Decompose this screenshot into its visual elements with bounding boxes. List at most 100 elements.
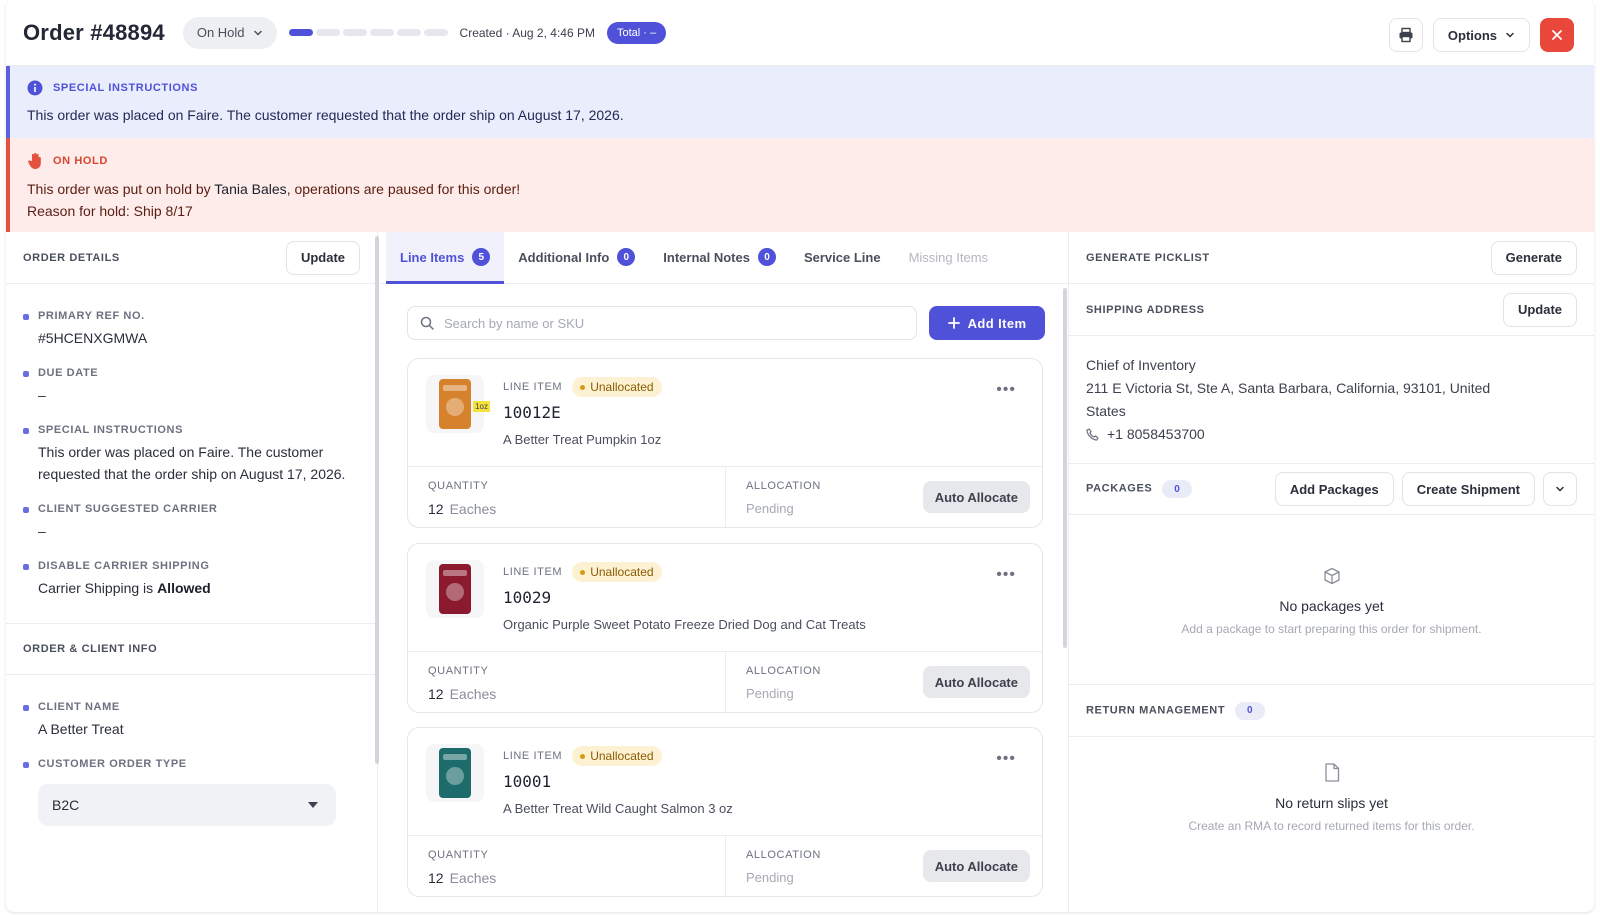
more-options-icon[interactable]: •••: [996, 566, 1016, 584]
progress-segment: [288, 29, 313, 36]
field-label: CUSTOMER ORDER TYPE: [38, 758, 187, 770]
plus-icon: [947, 317, 960, 329]
banner-title: ON HOLD: [53, 155, 108, 167]
progress-segment: [423, 29, 448, 36]
address-line: 211 E Victoria St, Ste A, Santa Barbara,…: [1086, 380, 1491, 419]
field-label: CLIENT NAME: [38, 701, 120, 713]
hold-user: Tania Bales: [214, 181, 287, 197]
packages-empty-state: No packages yet Add a package to start p…: [1069, 515, 1594, 685]
field-label: SPECIAL INSTRUCTIONS: [38, 424, 184, 436]
field-label: DUE DATE: [38, 367, 99, 379]
line-item-sku[interactable]: 10012E: [503, 403, 561, 422]
quantity-number: 12: [428, 686, 444, 702]
add-item-button[interactable]: Add Item: [929, 306, 1045, 340]
hold-message: This order was put on hold by Tania Bale…: [27, 178, 1594, 200]
field-label: DISABLE CARRIER SHIPPING: [38, 560, 210, 572]
customer-order-type-select[interactable]: B2C: [38, 784, 336, 826]
tab-label: Missing Items: [908, 249, 989, 265]
quantity-unit: Eaches: [449, 501, 497, 517]
allocation-value: Pending: [746, 686, 794, 701]
allocation-status-badge: Unallocated: [572, 746, 662, 766]
tab-label: Internal Notes: [663, 249, 750, 265]
line-item-product-name: A Better Treat Pumpkin 1oz: [503, 432, 662, 447]
line-item-label: LINE ITEM: [503, 750, 563, 762]
field-label: CLIENT SUGGESTED CARRIER: [38, 503, 218, 515]
chevron-down-icon: [1556, 486, 1564, 492]
tab-service-line[interactable]: Service Line: [790, 232, 895, 283]
chevron-down-icon: [253, 30, 262, 36]
print-button[interactable]: [1388, 18, 1423, 52]
badge-text: Unallocated: [590, 565, 654, 579]
size-tag: 1oz: [473, 401, 490, 412]
tab-count: 5: [472, 248, 491, 266]
section-title: RETURN MANAGEMENT: [1086, 704, 1226, 716]
printer-icon: [1399, 27, 1413, 43]
add-item-label: Add Item: [967, 315, 1027, 331]
tab-line-items[interactable]: Line Items 5: [386, 232, 505, 284]
close-button[interactable]: [1540, 18, 1574, 52]
field-value: A Better Treat: [38, 721, 124, 737]
add-packages-button[interactable]: Add Packages: [1274, 472, 1394, 506]
generate-picklist-button[interactable]: Generate: [1490, 240, 1577, 275]
tab-additional-info[interactable]: Additional Info 0: [504, 232, 649, 283]
tab-label: Service Line: [803, 249, 881, 265]
hold-text: , operations are paused for this order!: [286, 181, 521, 197]
options-button[interactable]: Options: [1432, 18, 1530, 52]
info-icon: [27, 80, 43, 96]
product-bag-icon: [439, 748, 471, 798]
order-details-header: ORDER DETAILS Update: [6, 232, 377, 284]
field-primary-ref: PRIMARY REF NO. #5HCENXGMWA: [6, 310, 377, 349]
allocation-value: Pending: [746, 870, 794, 885]
select-value: B2C: [52, 797, 80, 813]
section-title: ORDER DETAILS: [23, 251, 120, 264]
address-name: Chief of Inventory: [1086, 357, 1196, 373]
shipping-address: Chief of Inventory 211 E Victoria St, St…: [1069, 336, 1594, 446]
shipment-menu-button[interactable]: [1543, 472, 1577, 506]
empty-title: No return slips yet: [1275, 795, 1388, 811]
line-item-sku[interactable]: 10001: [503, 772, 551, 791]
packages-count: 0: [1162, 480, 1193, 498]
tab-label: Line Items: [400, 249, 465, 265]
update-shipping-button[interactable]: Update: [1502, 292, 1577, 327]
quantity-unit: Eaches: [449, 870, 497, 886]
section-title-group: RETURN MANAGEMENT 0: [1086, 701, 1266, 720]
more-options-icon[interactable]: •••: [996, 381, 1016, 399]
update-order-details-button[interactable]: Update: [285, 240, 360, 275]
more-options-icon[interactable]: •••: [996, 750, 1016, 768]
order-header: Order #48894 On Hold Created · Aug 2, 4:…: [6, 0, 1594, 66]
middle-scrollbar[interactable]: [1063, 288, 1067, 648]
auto-allocate-button[interactable]: Auto Allocate: [922, 666, 1030, 698]
auto-allocate-button[interactable]: Auto Allocate: [922, 850, 1030, 882]
line-item-search[interactable]: [407, 306, 917, 340]
field-special-instructions: SPECIAL INSTRUCTIONS This order was plac…: [6, 424, 346, 485]
status-dropdown[interactable]: On Hold: [182, 16, 277, 49]
search-icon: [420, 316, 434, 330]
on-hold-banner: ON HOLD This order was put on hold by Ta…: [6, 138, 1594, 232]
field-due-date: DUE DATE –: [6, 367, 377, 406]
line-item-sku[interactable]: 10029: [503, 588, 551, 607]
returns-empty-state: No return slips yet Create an RMA to rec…: [1069, 737, 1594, 833]
line-item-label: LINE ITEM: [503, 381, 563, 393]
allocation-label: ALLOCATION: [746, 665, 821, 677]
total-badge[interactable]: Total · –: [606, 21, 667, 44]
special-instructions-banner: SPECIAL INSTRUCTIONS This order was plac…: [6, 66, 1594, 138]
create-shipment-button[interactable]: Create Shipment: [1401, 472, 1535, 506]
quantity-label: QUANTITY: [428, 480, 489, 492]
allocation-status-badge: Unallocated: [572, 377, 662, 397]
field-disable-carrier-shipping: DISABLE CARRIER SHIPPING Carrier Shippin…: [6, 560, 377, 599]
shipping-address-header: SHIPPING ADDRESS Update: [1069, 284, 1594, 336]
line-item-label: LINE ITEM: [503, 566, 563, 578]
empty-title: No packages yet: [1279, 598, 1384, 614]
tab-missing-items[interactable]: Missing Items: [895, 232, 1002, 283]
tab-internal-notes[interactable]: Internal Notes 0: [649, 232, 790, 283]
hold-reason: Reason for hold: Ship 8/17: [27, 203, 193, 219]
caret-down-icon: [308, 802, 318, 808]
progress-segment: [342, 29, 367, 36]
allocation-status-badge: Unallocated: [572, 562, 662, 582]
quantity-unit: Eaches: [449, 686, 497, 702]
badge-text: Unallocated: [590, 749, 654, 763]
tab-count: 0: [757, 248, 776, 266]
left-scrollbar[interactable]: [375, 236, 379, 764]
auto-allocate-button[interactable]: Auto Allocate: [922, 481, 1030, 513]
search-input[interactable]: [444, 315, 884, 331]
